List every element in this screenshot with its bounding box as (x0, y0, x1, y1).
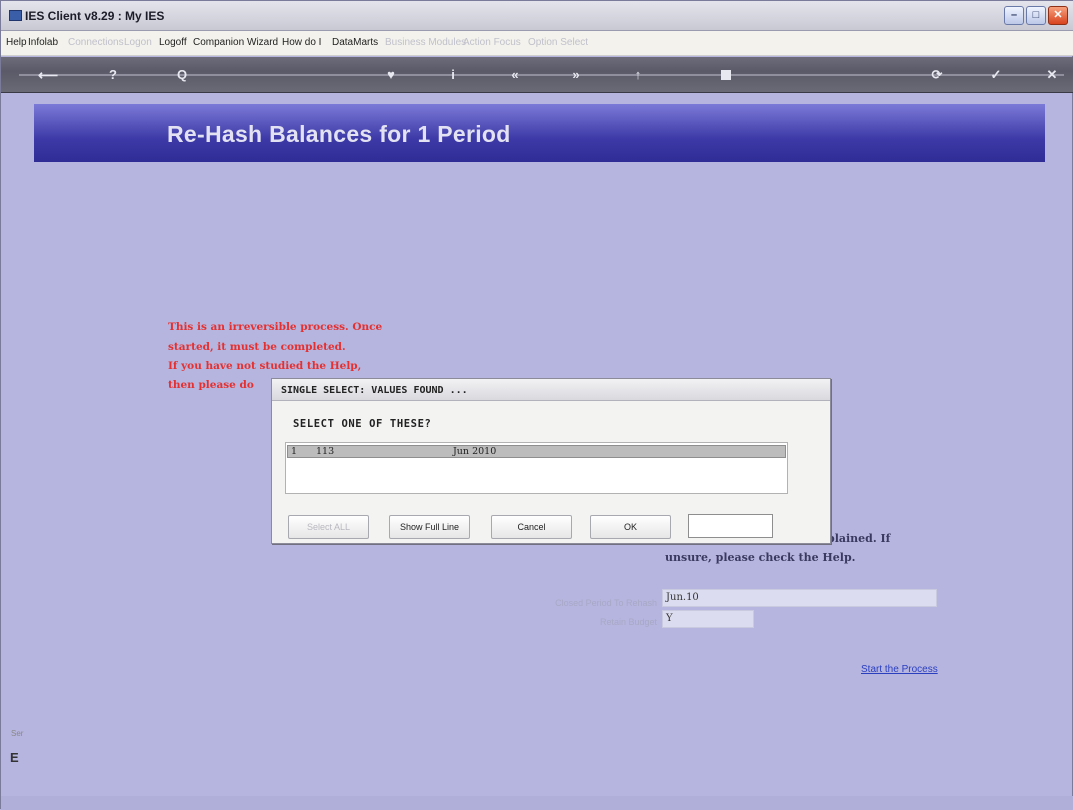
toolbar: ⟵ ? Q ♥ i « » ↑ ⟳ ✓ ✕ (1, 57, 1073, 93)
warning-line-2: started, it must be completed. (168, 341, 346, 353)
heart-icon[interactable]: ♥ (380, 64, 402, 86)
close-icon[interactable]: ✕ (1041, 64, 1063, 86)
refresh-icon[interactable]: ⟳ (926, 64, 948, 86)
select-all-button[interactable]: Select ALL (288, 515, 369, 539)
menu-option-select[interactable]: Option Select (528, 37, 588, 48)
menu-wizard[interactable]: Wizard (247, 37, 278, 48)
selection-input[interactable] (688, 514, 773, 538)
close-window-button[interactable]: ✕ (1048, 6, 1068, 25)
note-line-2: unsure, please check the Help. (665, 551, 856, 564)
menu-bar: Help Infolab Connections Logon Logoff Co… (1, 31, 1073, 56)
dialog-prompt: SELECT ONE OF THESE? (293, 418, 432, 430)
dialog-title-bar: SINGLE SELECT: VALUES FOUND ... (272, 379, 830, 401)
budget-label: Retain Budget (599, 617, 657, 627)
menu-infolab[interactable]: Infolab (28, 37, 58, 48)
warning-line-1: This is an irreversible process. Once (168, 321, 383, 333)
show-full-line-button[interactable]: Show Full Line (389, 515, 470, 539)
window-title: IES Client v8.29 : My IES (25, 9, 165, 23)
page-title: Re-Hash Balances for 1 Period (167, 121, 511, 147)
row-index: 1 (291, 446, 298, 457)
menu-companion[interactable]: Companion (193, 37, 244, 48)
app-icon (9, 10, 22, 21)
title-bar: IES Client v8.29 : My IES – □ ✕ (1, 1, 1073, 31)
menu-logon[interactable]: Logon (124, 37, 152, 48)
rewind-icon[interactable]: « (504, 64, 526, 86)
dialog-title: SINGLE SELECT: VALUES FOUND ... (281, 385, 468, 396)
cancel-button[interactable]: Cancel (491, 515, 572, 539)
values-list[interactable]: 1 113 Jun 2010 (285, 442, 788, 494)
list-item[interactable]: 1 113 Jun 2010 (287, 445, 786, 458)
warning-line-4: then please do (168, 379, 254, 391)
note-line-1: plained. If (827, 532, 891, 545)
maximize-button[interactable]: □ (1026, 6, 1046, 25)
menu-datamarts[interactable]: DataMarts (332, 37, 378, 48)
row-code: 113 (316, 446, 335, 457)
minimize-button[interactable]: – (1004, 6, 1024, 25)
warning-line-3: If you have not studied the Help, (168, 360, 362, 372)
start-process-link[interactable]: Start the Process (861, 664, 938, 675)
search-icon[interactable]: Q (171, 64, 193, 86)
menu-help[interactable]: Help (6, 37, 27, 48)
check-icon[interactable]: ✓ (985, 64, 1007, 86)
ok-button[interactable]: OK (590, 515, 671, 539)
menu-connections[interactable]: Connections (68, 37, 124, 48)
help-icon[interactable]: ? (102, 64, 124, 86)
stop-square (721, 70, 731, 80)
side-letter: E (10, 750, 19, 765)
menu-action-focus[interactable]: Action Focus (463, 37, 521, 48)
menu-how-do-i[interactable]: How do I (282, 37, 321, 48)
menu-logoff[interactable]: Logoff (159, 37, 187, 48)
info-icon[interactable]: i (442, 64, 464, 86)
app-window: IES Client v8.29 : My IES – □ ✕ Help Inf… (0, 0, 1073, 810)
period-field[interactable]: Jun.10 (662, 589, 937, 607)
row-period: Jun 2010 (453, 446, 497, 457)
menu-business-modules[interactable]: Business Modules (385, 37, 466, 48)
period-label: Closed Period To Rehash (555, 598, 657, 608)
status-strip (1, 796, 1073, 810)
select-dialog: SINGLE SELECT: VALUES FOUND ... SELECT O… (271, 378, 831, 544)
fast-forward-icon[interactable]: » (565, 64, 587, 86)
budget-field[interactable]: Y (662, 610, 754, 628)
side-marks: Ser (11, 729, 24, 738)
page-banner: Re-Hash Balances for 1 Period (34, 104, 1045, 162)
stop-icon[interactable] (715, 64, 737, 86)
back-arrow-icon[interactable]: ⟵ (37, 64, 59, 86)
up-icon[interactable]: ↑ (627, 64, 649, 86)
